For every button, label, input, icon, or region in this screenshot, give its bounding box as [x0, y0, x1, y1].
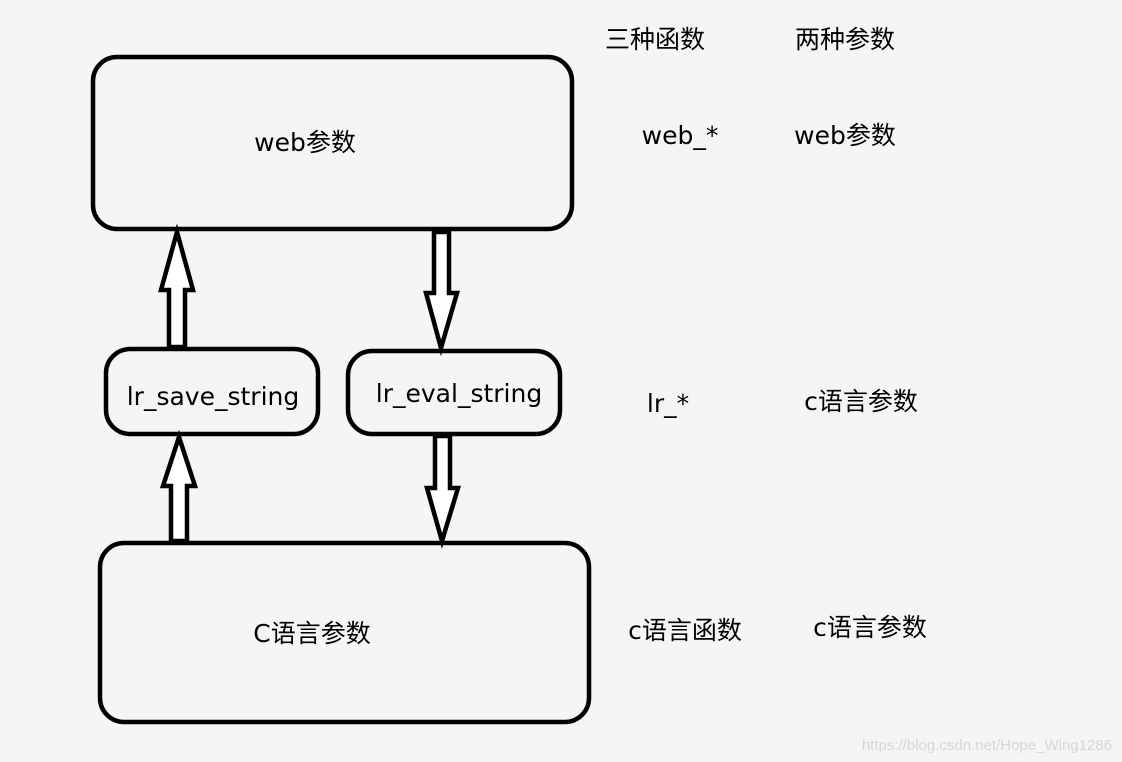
cell-function: c语言函数 [628, 616, 742, 645]
arrow-up-c-to-save [159, 429, 199, 544]
cell-param: web参数 [794, 121, 896, 150]
cell-param: c语言参数 [804, 387, 918, 416]
arrow-down-eval-to-c [424, 433, 462, 550]
arrow-down-web-to-eval [423, 229, 460, 357]
diagram-canvas: web参数 lr_save_string lr_eval_string C语言参… [90, 25, 1112, 754]
box-label: lr_save_string [127, 382, 300, 411]
cell-function: lr_* [647, 389, 689, 418]
box-lr-save-string: lr_save_string [103, 346, 321, 437]
box-lr-eval-string: lr_eval_string [345, 348, 563, 437]
watermark: https://blog.csdn.net/Hope_Wing1286 [862, 737, 1112, 754]
header-params: 两种参数 [795, 25, 895, 54]
box-c-params: C语言参数 [97, 540, 592, 725]
cell-param: c语言参数 [813, 613, 927, 642]
box-web-params: web参数 [90, 54, 575, 232]
header-functions: 三种函数 [605, 25, 705, 54]
box-label: web参数 [254, 128, 356, 157]
box-label: lr_eval_string [376, 379, 542, 408]
box-label: C语言参数 [253, 619, 370, 648]
arrow-up-save-to-web [158, 223, 196, 350]
function-param-table: 三种函数 两种参数 web_* web参数 lr_* c语言参数 c语言函数 c… [605, 25, 927, 645]
cell-function: web_* [642, 121, 719, 150]
